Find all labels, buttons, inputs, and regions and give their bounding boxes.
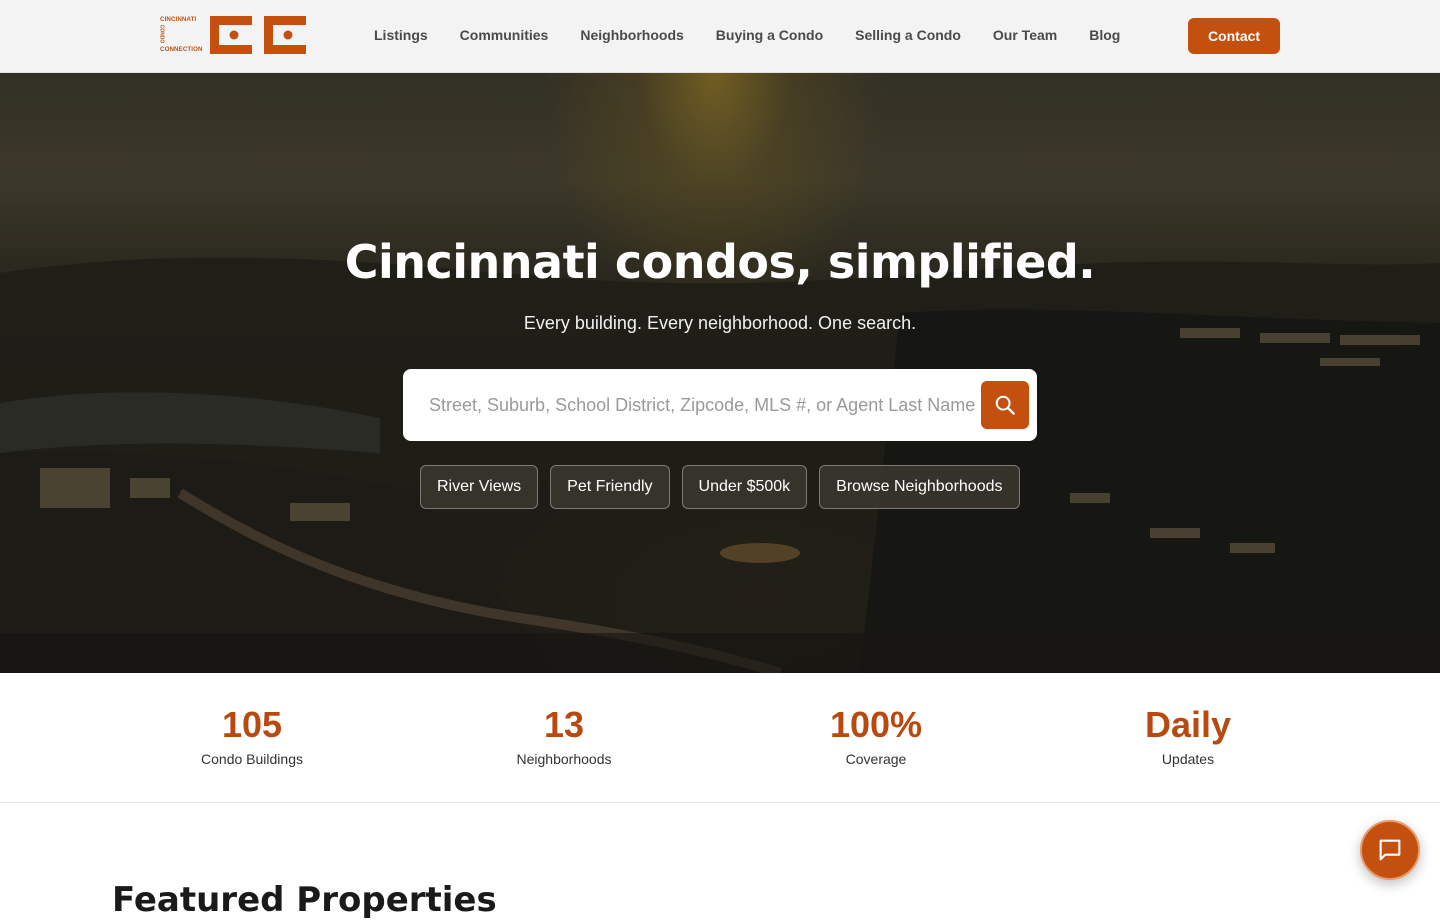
chip-browse-neighborhoods[interactable]: Browse Neighborhoods	[819, 465, 1020, 509]
main-nav: Listings Communities Neighborhoods Buyin…	[374, 27, 1120, 47]
chip-pet-friendly[interactable]: Pet Friendly	[550, 465, 670, 509]
stat-label: Neighborhoods	[516, 751, 612, 767]
logo-mark-icon	[210, 16, 306, 54]
stat-updates: Daily Updates	[1068, 704, 1308, 768]
stat-condo-buildings: 105 Condo Buildings	[132, 704, 372, 768]
logo-line-1: CINCINNATI	[160, 16, 197, 23]
logo[interactable]: CINCINNATI CONDO CONNECTION	[158, 14, 308, 56]
site-header: CINCINNATI CONDO CONNECTION Listings Com…	[0, 0, 1440, 73]
nav-communities[interactable]: Communities	[460, 27, 549, 47]
stat-neighborhoods: 13 Neighborhoods	[444, 704, 684, 768]
nav-our-team[interactable]: Our Team	[993, 27, 1057, 47]
nav-neighborhoods[interactable]: Neighborhoods	[580, 27, 683, 47]
chat-button[interactable]	[1360, 820, 1420, 880]
logo-wordmark: CINCINNATI CONDO CONNECTION	[158, 14, 204, 56]
nav-blog[interactable]: Blog	[1089, 27, 1120, 47]
logo-line-2: CONDO	[158, 24, 165, 44]
nav-selling-a-condo[interactable]: Selling a Condo	[855, 27, 961, 47]
nav-buying-a-condo[interactable]: Buying a Condo	[716, 27, 823, 47]
stat-value: Daily	[1144, 704, 1232, 745]
stat-label: Coverage	[845, 751, 907, 767]
featured-properties-heading: Featured Properties	[112, 880, 497, 920]
hero-subtitle: Every building. Every neighborhood. One …	[523, 313, 917, 333]
stat-coverage: 100% Coverage	[756, 704, 996, 768]
stat-value: 105	[221, 704, 283, 745]
stat-value: 13	[543, 704, 585, 745]
stat-label: Updates	[1161, 751, 1215, 767]
contact-button[interactable]: Contact	[1188, 18, 1280, 54]
hero-section: Cincinnati condos, simplified. Every bui…	[0, 73, 1440, 673]
chip-river-views[interactable]: River Views	[420, 465, 539, 509]
stat-value: 100%	[829, 704, 923, 745]
chip-under-500k[interactable]: Under $500k	[681, 465, 808, 509]
chat-icon	[1379, 839, 1401, 861]
search-box	[403, 369, 1037, 441]
quick-filter-chips: River Views Pet Friendly Under $500k Bro…	[420, 465, 1020, 509]
stats-bar: 105 Condo Buildings 13 Neighborhoods 100…	[0, 673, 1440, 803]
logo-line-3: CONNECTION	[160, 46, 203, 53]
nav-listings[interactable]: Listings	[374, 27, 428, 47]
hero-title: Cincinnati condos, simplified.	[344, 235, 1096, 289]
search-input[interactable]	[429, 387, 984, 423]
search-icon	[995, 395, 1015, 415]
stat-label: Condo Buildings	[201, 751, 303, 767]
search-button[interactable]	[981, 381, 1029, 429]
